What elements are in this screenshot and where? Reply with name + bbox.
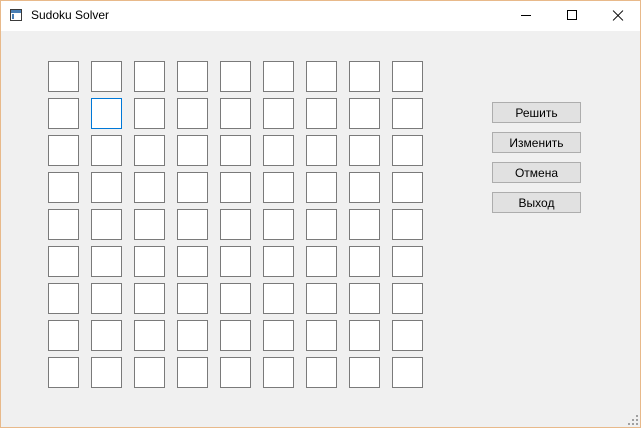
sudoku-cell[interactable] [306, 246, 337, 277]
sudoku-cell[interactable] [349, 283, 380, 314]
sudoku-cell[interactable] [220, 320, 251, 351]
sudoku-cell[interactable] [48, 61, 79, 92]
sudoku-cell[interactable] [263, 283, 294, 314]
sudoku-cell[interactable] [392, 98, 423, 129]
sudoku-cell[interactable] [134, 61, 165, 92]
sudoku-cell[interactable] [263, 135, 294, 166]
sudoku-cell[interactable] [220, 61, 251, 92]
sudoku-cell[interactable] [177, 357, 208, 388]
sudoku-cell[interactable] [91, 320, 122, 351]
sudoku-cell[interactable] [134, 172, 165, 203]
sudoku-cell[interactable] [220, 135, 251, 166]
title-bar[interactable]: Sudoku Solver [1, 1, 640, 31]
sudoku-cell[interactable] [306, 61, 337, 92]
sudoku-cell[interactable] [392, 135, 423, 166]
sudoku-cell[interactable] [220, 172, 251, 203]
sudoku-cell[interactable] [349, 135, 380, 166]
resize-grip-icon[interactable] [628, 415, 638, 425]
sudoku-cell[interactable] [220, 357, 251, 388]
sudoku-cell[interactable] [392, 61, 423, 92]
sudoku-cell[interactable] [48, 98, 79, 129]
sudoku-cell[interactable] [263, 320, 294, 351]
solve-button[interactable]: Решить [492, 102, 581, 123]
sudoku-cell[interactable] [177, 61, 208, 92]
sudoku-cell[interactable] [48, 135, 79, 166]
sudoku-cell[interactable] [177, 209, 208, 240]
cancel-button[interactable]: Отмена [492, 162, 581, 183]
app-window-icon [10, 9, 22, 21]
sudoku-cell[interactable] [349, 61, 380, 92]
sudoku-cell[interactable] [134, 98, 165, 129]
sudoku-cell[interactable] [91, 135, 122, 166]
sudoku-cell[interactable] [91, 172, 122, 203]
sudoku-cell[interactable] [91, 283, 122, 314]
sudoku-cell[interactable] [134, 320, 165, 351]
sudoku-cell[interactable] [220, 209, 251, 240]
sudoku-cell[interactable] [263, 61, 294, 92]
sudoku-cell[interactable] [306, 172, 337, 203]
sudoku-cell[interactable] [306, 357, 337, 388]
sudoku-cell[interactable] [91, 209, 122, 240]
sudoku-cell[interactable] [91, 98, 122, 129]
window-title: Sudoku Solver [31, 8, 110, 22]
sudoku-cell[interactable] [263, 246, 294, 277]
minimize-icon[interactable] [503, 1, 549, 31]
sudoku-cell[interactable] [263, 98, 294, 129]
app-window: Sudoku Solver Решить Изменить Отмена Вых… [0, 0, 641, 428]
sudoku-cell[interactable] [177, 98, 208, 129]
sudoku-cell[interactable] [48, 320, 79, 351]
sudoku-cell[interactable] [306, 283, 337, 314]
sudoku-cell[interactable] [392, 172, 423, 203]
sudoku-cell[interactable] [177, 135, 208, 166]
sudoku-cell[interactable] [48, 357, 79, 388]
sudoku-cell[interactable] [220, 98, 251, 129]
sudoku-cell[interactable] [48, 283, 79, 314]
sudoku-cell[interactable] [134, 246, 165, 277]
sudoku-cell[interactable] [349, 209, 380, 240]
sudoku-grid [48, 61, 423, 388]
sudoku-cell[interactable] [306, 98, 337, 129]
sudoku-cell[interactable] [263, 172, 294, 203]
sudoku-cell[interactable] [134, 283, 165, 314]
sudoku-cell[interactable] [134, 209, 165, 240]
sudoku-cell[interactable] [349, 246, 380, 277]
sudoku-cell[interactable] [91, 61, 122, 92]
maximize-icon[interactable] [549, 1, 595, 31]
sudoku-cell[interactable] [306, 209, 337, 240]
sudoku-cell[interactable] [306, 320, 337, 351]
sudoku-cell[interactable] [134, 357, 165, 388]
sudoku-cell[interactable] [177, 320, 208, 351]
sudoku-cell[interactable] [134, 135, 165, 166]
sudoku-cell[interactable] [177, 172, 208, 203]
sudoku-cell[interactable] [48, 246, 79, 277]
sudoku-cell[interactable] [91, 246, 122, 277]
sudoku-cell[interactable] [392, 283, 423, 314]
sudoku-cell[interactable] [392, 320, 423, 351]
sudoku-cell[interactable] [91, 357, 122, 388]
sudoku-cell[interactable] [392, 357, 423, 388]
sudoku-cell[interactable] [48, 209, 79, 240]
exit-button[interactable]: Выход [492, 192, 581, 213]
sudoku-cell[interactable] [177, 246, 208, 277]
edit-button[interactable]: Изменить [492, 132, 581, 153]
sudoku-cell[interactable] [220, 283, 251, 314]
sudoku-cell[interactable] [392, 209, 423, 240]
sudoku-cell[interactable] [263, 357, 294, 388]
sudoku-cell[interactable] [48, 172, 79, 203]
sudoku-cell[interactable] [349, 357, 380, 388]
sudoku-cell[interactable] [220, 246, 251, 277]
sudoku-cell[interactable] [392, 246, 423, 277]
sudoku-cell[interactable] [263, 209, 294, 240]
sudoku-cell[interactable] [349, 320, 380, 351]
sudoku-cell[interactable] [177, 283, 208, 314]
close-icon[interactable] [595, 1, 641, 31]
sudoku-cell[interactable] [306, 135, 337, 166]
sudoku-cell[interactable] [349, 98, 380, 129]
sudoku-cell[interactable] [349, 172, 380, 203]
